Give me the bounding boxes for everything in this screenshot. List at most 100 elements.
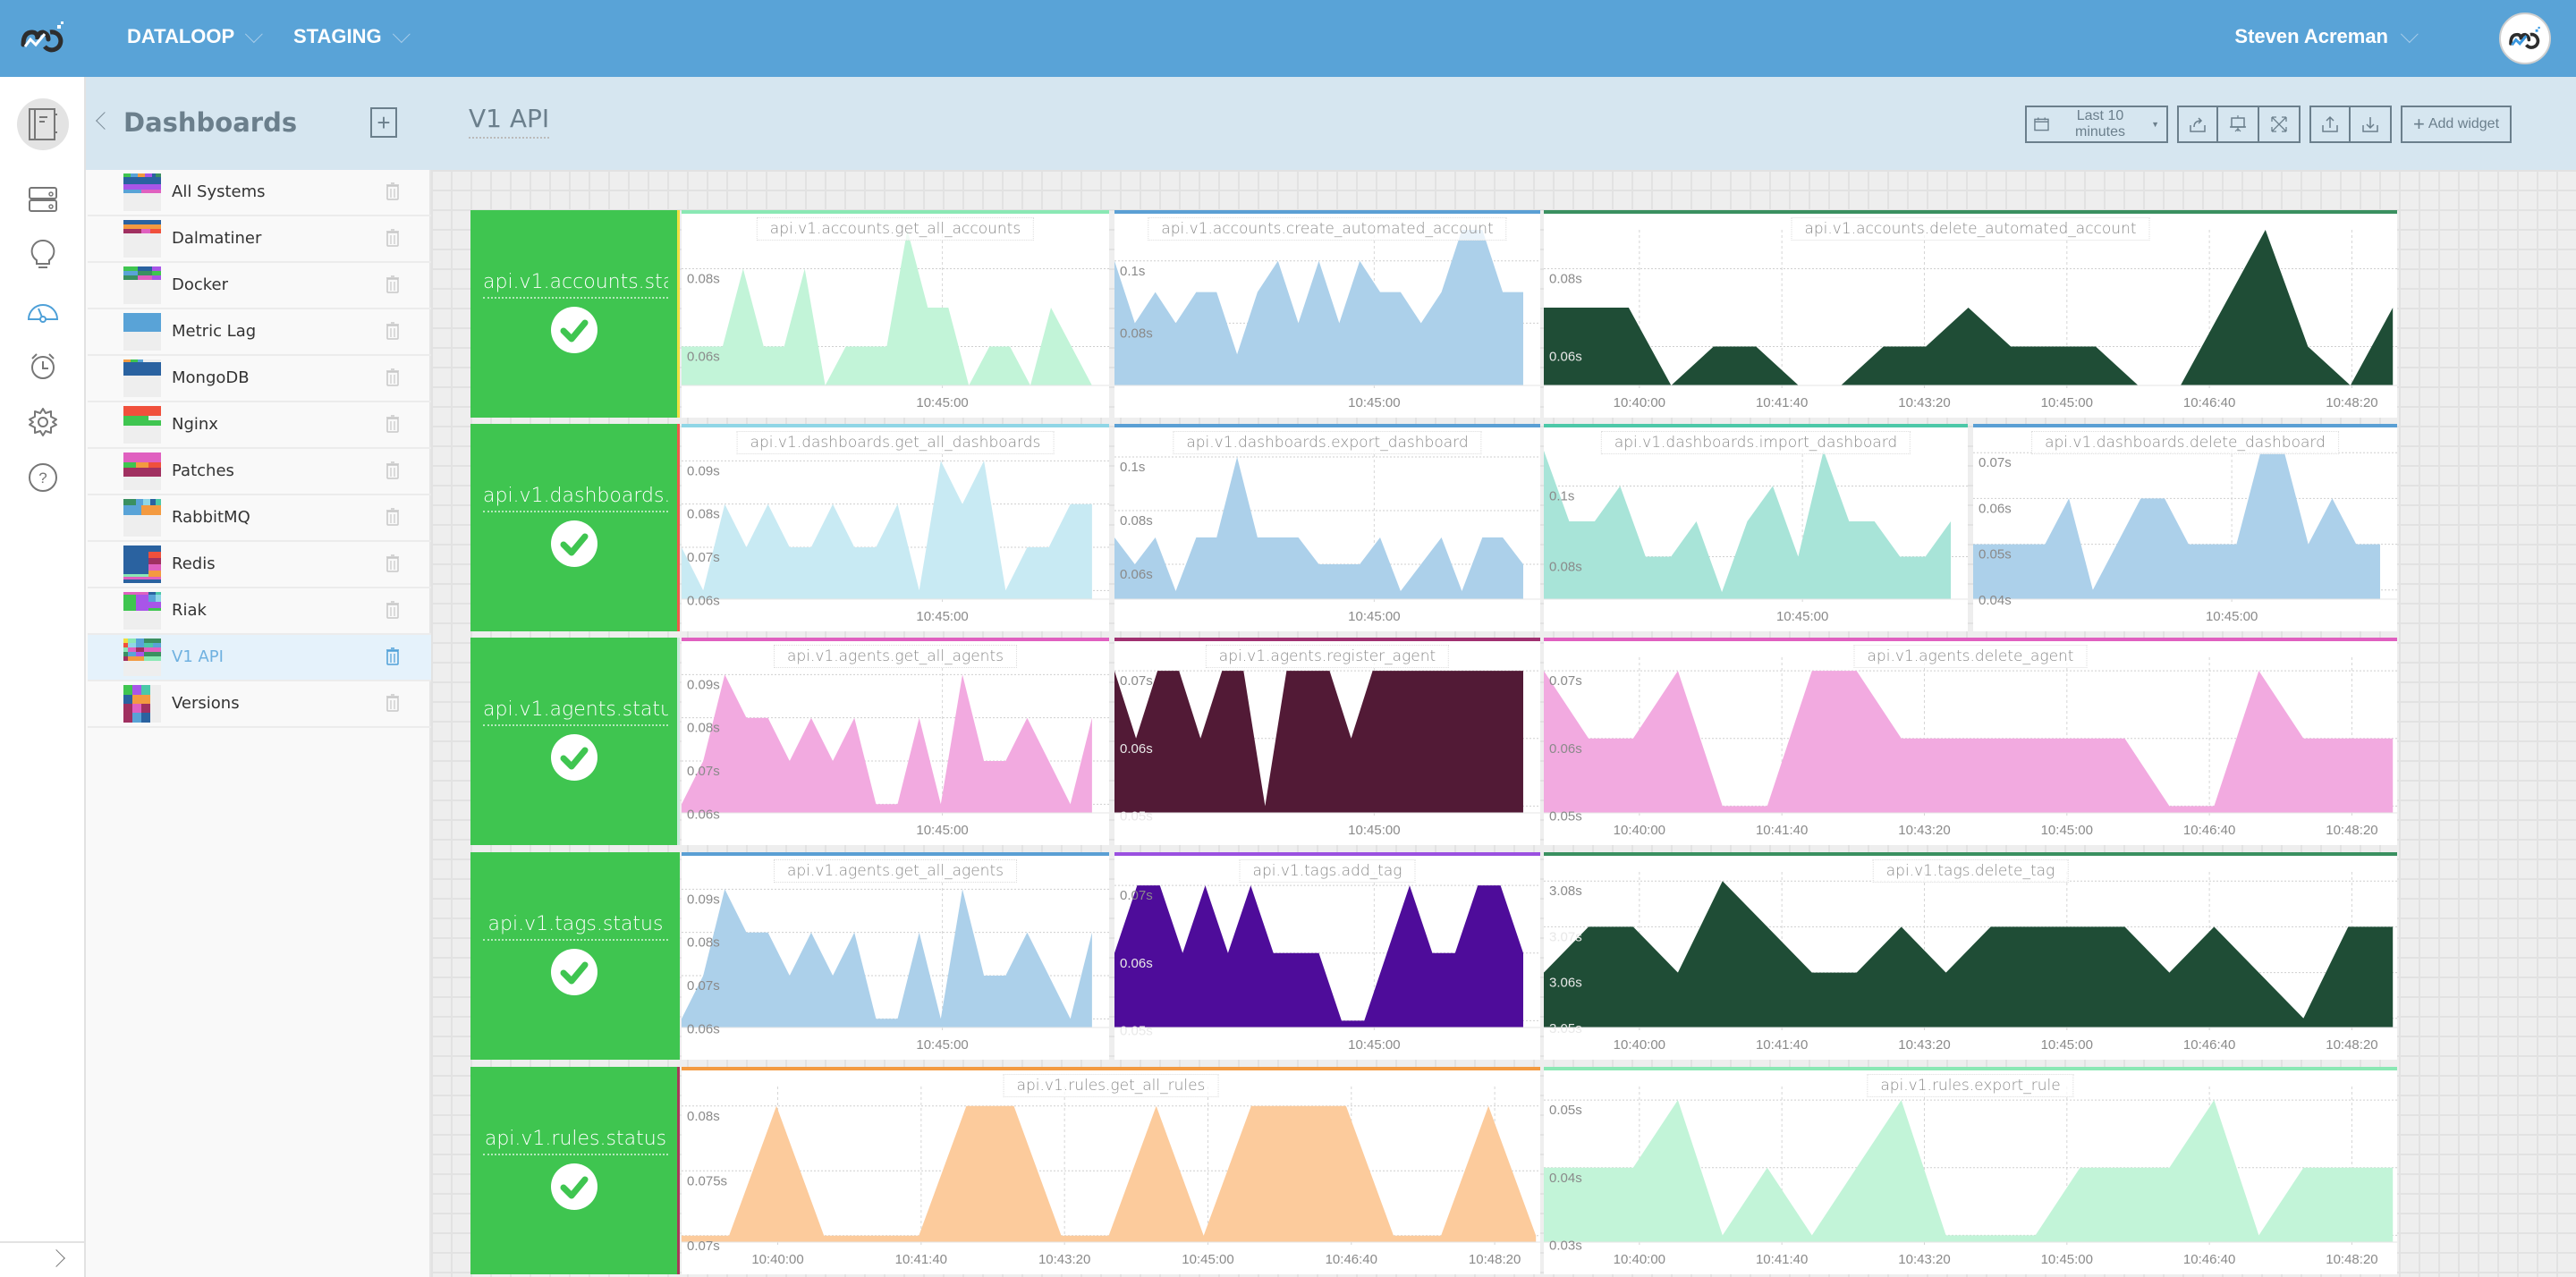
chart-widget[interactable]: 0.05s 0.04s 0.03s 10:40:00 10:41:40 10:43:20 1… [1544, 1067, 2397, 1274]
trash-icon[interactable] [386, 508, 399, 526]
y-tick-label: 0.08s [687, 721, 720, 736]
dashboard-list-item[interactable]: V1 API [88, 635, 431, 681]
trash-icon[interactable] [386, 368, 399, 386]
chart-widget[interactable]: 3.08s 3.07s 3.06s 3.05s 10:40:00 10:41:40 10:4… [1544, 852, 2397, 1060]
time-range-picker[interactable]: Last 10 minutes ▼ [2025, 106, 2168, 143]
dashboard-list-item[interactable]: All Systems [88, 170, 431, 216]
org-menu[interactable]: DATALOOP [127, 25, 263, 48]
x-tick-label: 10:46:40 [2183, 1037, 2235, 1053]
chart-widget[interactable]: 0.1s 0.08s 10:45:00 api.v1.accounts.create_… [1114, 210, 1540, 418]
trash-icon[interactable] [386, 229, 399, 247]
chart-widget[interactable]: 0.08s 0.06s 10:45:00 api.v1.accounts.get_al… [682, 210, 1109, 418]
dashboard-list-item[interactable]: Riak [88, 588, 431, 635]
presentation-button[interactable] [2218, 106, 2259, 143]
dashboard-list-item[interactable]: Redis [88, 542, 431, 588]
rail-settings[interactable] [16, 395, 70, 449]
avatar[interactable] [2499, 13, 2551, 64]
trash-icon[interactable] [386, 415, 399, 433]
caret-down-icon: ▼ [2151, 120, 2159, 129]
status-widget-title: api.v1.tags.status [483, 913, 668, 941]
status-widget-title: api.v1.rules.status [483, 1128, 668, 1155]
status-widget[interactable]: api.v1.agents.status [470, 638, 680, 845]
chart-widget[interactable]: 0.07s 0.06s 0.05s 10:40:00 10:41:40 10:43:20 1… [1544, 638, 2397, 845]
area-chart: 3.08s 3.07s 3.06s 3.05s 10:40:00 10:41:40 10:4… [1544, 872, 2397, 1053]
area-series [1114, 457, 1523, 599]
area-series [1973, 452, 2381, 599]
dashboard-list-item[interactable]: Nginx [88, 402, 431, 449]
chart-widget[interactable]: 0.09s 0.08s 0.07s 0.06s 10:45:00 api.v1.agent… [682, 852, 1109, 1060]
y-tick-label: 0.07s [687, 550, 720, 565]
widget-accent-line [1114, 852, 1540, 856]
trash-icon[interactable] [386, 554, 399, 572]
app-logo-icon[interactable] [18, 18, 68, 57]
chart-widget-title: api.v1.dashboards.get_all_dashboards [736, 431, 1055, 454]
y-tick-label: 0.08s [687, 935, 720, 951]
area-series [1544, 230, 2394, 385]
chart-widget[interactable]: 0.07s 0.06s 0.05s 10:45:00 api.v1.agents.reg… [1114, 638, 1540, 845]
rail-servers[interactable] [16, 172, 70, 225]
status-widget[interactable]: api.v1.rules.status [470, 1067, 680, 1274]
trash-icon[interactable] [386, 182, 399, 200]
y-tick-label: 0.05s [1979, 547, 2012, 562]
chart-widget[interactable]: 0.07s 0.06s 0.05s 0.04s 10:45:00 api.v1.dashb… [1973, 424, 2397, 631]
trash-icon[interactable] [386, 647, 399, 665]
trash-icon[interactable] [386, 694, 399, 712]
chart-widget[interactable]: 0.09s 0.08s 0.07s 0.06s 10:45:00 api.v1.dashb… [682, 424, 1109, 631]
server-icon [29, 187, 57, 212]
dashboard-thumbnail [123, 359, 161, 397]
dashboard-list-item[interactable]: RabbitMQ [88, 495, 431, 542]
y-tick-label: 0.06s [687, 350, 720, 365]
trash-icon[interactable] [386, 461, 399, 479]
chart-widget[interactable]: 0.1s 0.08s 0.06s 10:45:00 api.v1.dashboards.… [1114, 424, 1540, 631]
dashboard-list-item[interactable]: MongoDB [88, 356, 431, 402]
x-tick-label: 10:48:20 [2326, 1037, 2377, 1053]
environment-menu[interactable]: STAGING [293, 25, 411, 48]
rail-dashboards[interactable] [16, 284, 70, 338]
export-button[interactable] [2309, 106, 2351, 143]
y-tick-label: 0.07s [1549, 673, 1582, 689]
import-button[interactable] [2351, 106, 2392, 143]
chart-widget[interactable]: 0.09s 0.08s 0.07s 0.06s 10:45:00 api.v1.agent… [682, 638, 1109, 845]
trash-icon[interactable] [386, 275, 399, 293]
chart-widget-title: api.v1.accounts.create_automated_account [1148, 217, 1507, 241]
chevron-left-icon[interactable] [96, 112, 114, 130]
dashboard-list-item[interactable]: Patches [88, 449, 431, 495]
dashboard-list-item[interactable]: Metric Lag [88, 309, 431, 356]
status-widget[interactable]: api.v1.accounts.status [470, 210, 680, 418]
trash-icon[interactable] [386, 601, 399, 619]
org-menu-label: DATALOOP [127, 25, 235, 47]
chart-widget[interactable]: 0.08s 0.06s 10:40:00 10:41:40 10:43:20 10:45:… [1544, 210, 2397, 418]
add-widget-button[interactable]: + Add widget [2401, 106, 2512, 143]
rail-dashboards-book[interactable] [17, 98, 69, 150]
x-tick-label: 10:41:40 [1756, 1037, 1808, 1053]
chart-widget[interactable]: 0.1s 0.08s 10:45:00 api.v1.dashboards.impor… [1544, 424, 1968, 631]
rail-insights[interactable] [16, 227, 70, 281]
y-tick-label: 3.05s [1549, 1021, 1582, 1036]
dashboard-name: MongoDB [172, 368, 250, 387]
add-dashboard-button[interactable]: + [370, 107, 397, 138]
rail-alerts[interactable] [16, 340, 70, 393]
upload-icon [2322, 115, 2338, 132]
dashboard-list-item[interactable]: Dalmatiner [88, 216, 431, 263]
trash-icon[interactable] [386, 322, 399, 340]
chevron-down-icon [2400, 25, 2419, 44]
chevron-right-icon[interactable] [47, 1249, 65, 1267]
x-tick-label: 10:48:20 [2326, 395, 2377, 410]
chart-widget[interactable]: 0.08s 0.075s 0.07s 10:40:00 10:41:40 10:43:20… [682, 1067, 1540, 1274]
rail-help[interactable]: ? [16, 451, 70, 504]
status-widget[interactable]: api.v1.dashboards.status [470, 424, 680, 631]
y-tick-label: 0.08s [687, 272, 720, 287]
user-menu[interactable]: Steven Acreman [2234, 25, 2419, 48]
y-tick-label: 0.07s [1979, 455, 2012, 470]
fullscreen-button[interactable] [2259, 106, 2301, 143]
dashboard-list-item[interactable]: Versions [88, 681, 431, 728]
dashboard-thumbnail [123, 545, 161, 583]
dashboard-list-item[interactable]: Docker [88, 263, 431, 309]
page-title[interactable]: V1 API [469, 104, 550, 139]
dashboard-thumbnail [123, 220, 161, 258]
x-tick-label: 10:45:00 [916, 609, 968, 624]
share-button[interactable] [2177, 106, 2218, 143]
chevron-down-icon [245, 25, 263, 44]
status-widget[interactable]: api.v1.tags.status [470, 852, 680, 1060]
chart-widget[interactable]: 0.07s 0.06s 0.05s 10:45:00 api.v1.tags.add_t… [1114, 852, 1540, 1060]
